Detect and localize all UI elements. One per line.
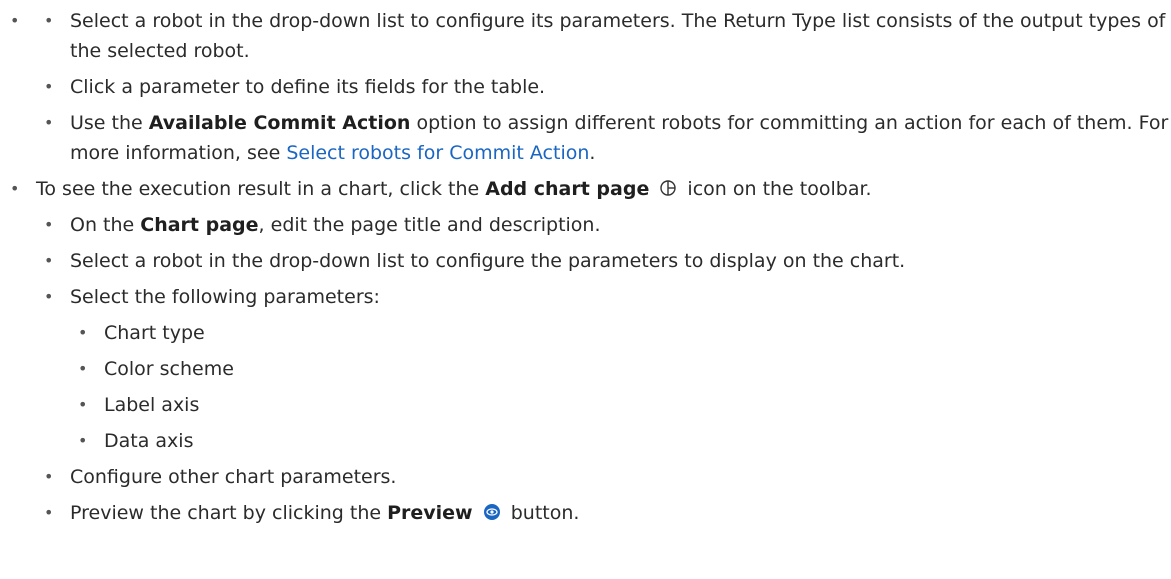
item-text: Color scheme	[104, 358, 234, 380]
item-text: Select the following parameters:	[70, 286, 380, 308]
add-chart-page-icon	[657, 177, 679, 197]
nested-list: Select a robot in the drop-down list to …	[36, 6, 1171, 168]
list-item: To see the execution result in a chart, …	[0, 174, 1171, 528]
item-text: On the	[70, 214, 141, 236]
list-item: Label axis	[70, 390, 1171, 420]
bold-term: Available Commit Action	[148, 112, 411, 134]
list-item: Chart type	[70, 318, 1171, 348]
list-item: Select the following parameters: Chart t…	[36, 282, 1171, 456]
list-item: Select a robot in the drop-down list to …	[0, 6, 1171, 168]
bullet-list: Select a robot in the drop-down list to …	[0, 6, 1171, 528]
list-item: Configure other chart parameters.	[36, 462, 1171, 492]
item-text: button.	[504, 502, 580, 524]
list-item: Click a parameter to define its fields f…	[36, 72, 1171, 102]
nested-list: Chart type Color scheme Label axis Data …	[70, 318, 1171, 456]
item-text: Chart type	[104, 322, 205, 344]
item-text: icon on the toolbar.	[681, 178, 872, 200]
bold-term: Chart page	[140, 214, 259, 236]
item-text: Preview the chart by clicking the	[70, 502, 388, 524]
bold-term: Add chart page	[485, 178, 650, 200]
item-text: Label axis	[104, 394, 200, 416]
document-body: Select a robot in the drop-down list to …	[0, 0, 1171, 534]
item-text: Use the	[70, 112, 149, 134]
commit-action-link[interactable]: Select robots for Commit Action	[286, 142, 589, 164]
item-text: Click a parameter to define its fields f…	[70, 76, 546, 98]
list-item: Use the Available Commit Action option t…	[36, 108, 1171, 168]
nested-list: On the Chart page, edit the page title a…	[36, 210, 1171, 528]
list-item: Color scheme	[70, 354, 1171, 384]
item-text: , edit the page title and description.	[258, 214, 601, 236]
list-item: On the Chart page, edit the page title a…	[36, 210, 1171, 240]
list-item: Select a robot in the drop-down list to …	[36, 6, 1171, 66]
item-text: .	[589, 142, 596, 164]
item-text: Configure other chart parameters.	[70, 466, 397, 488]
preview-eye-icon	[481, 501, 503, 521]
item-text: Data axis	[104, 430, 194, 452]
item-text: To see the execution result in a chart, …	[36, 178, 486, 200]
item-text: Select a robot in the drop-down list to …	[70, 10, 1166, 62]
list-item: Preview the chart by clicking the Previe…	[36, 498, 1171, 528]
list-item: Select a robot in the drop-down list to …	[36, 246, 1171, 276]
item-text: Select a robot in the drop-down list to …	[70, 250, 906, 272]
list-item: Data axis	[70, 426, 1171, 456]
bold-term: Preview	[387, 502, 473, 524]
